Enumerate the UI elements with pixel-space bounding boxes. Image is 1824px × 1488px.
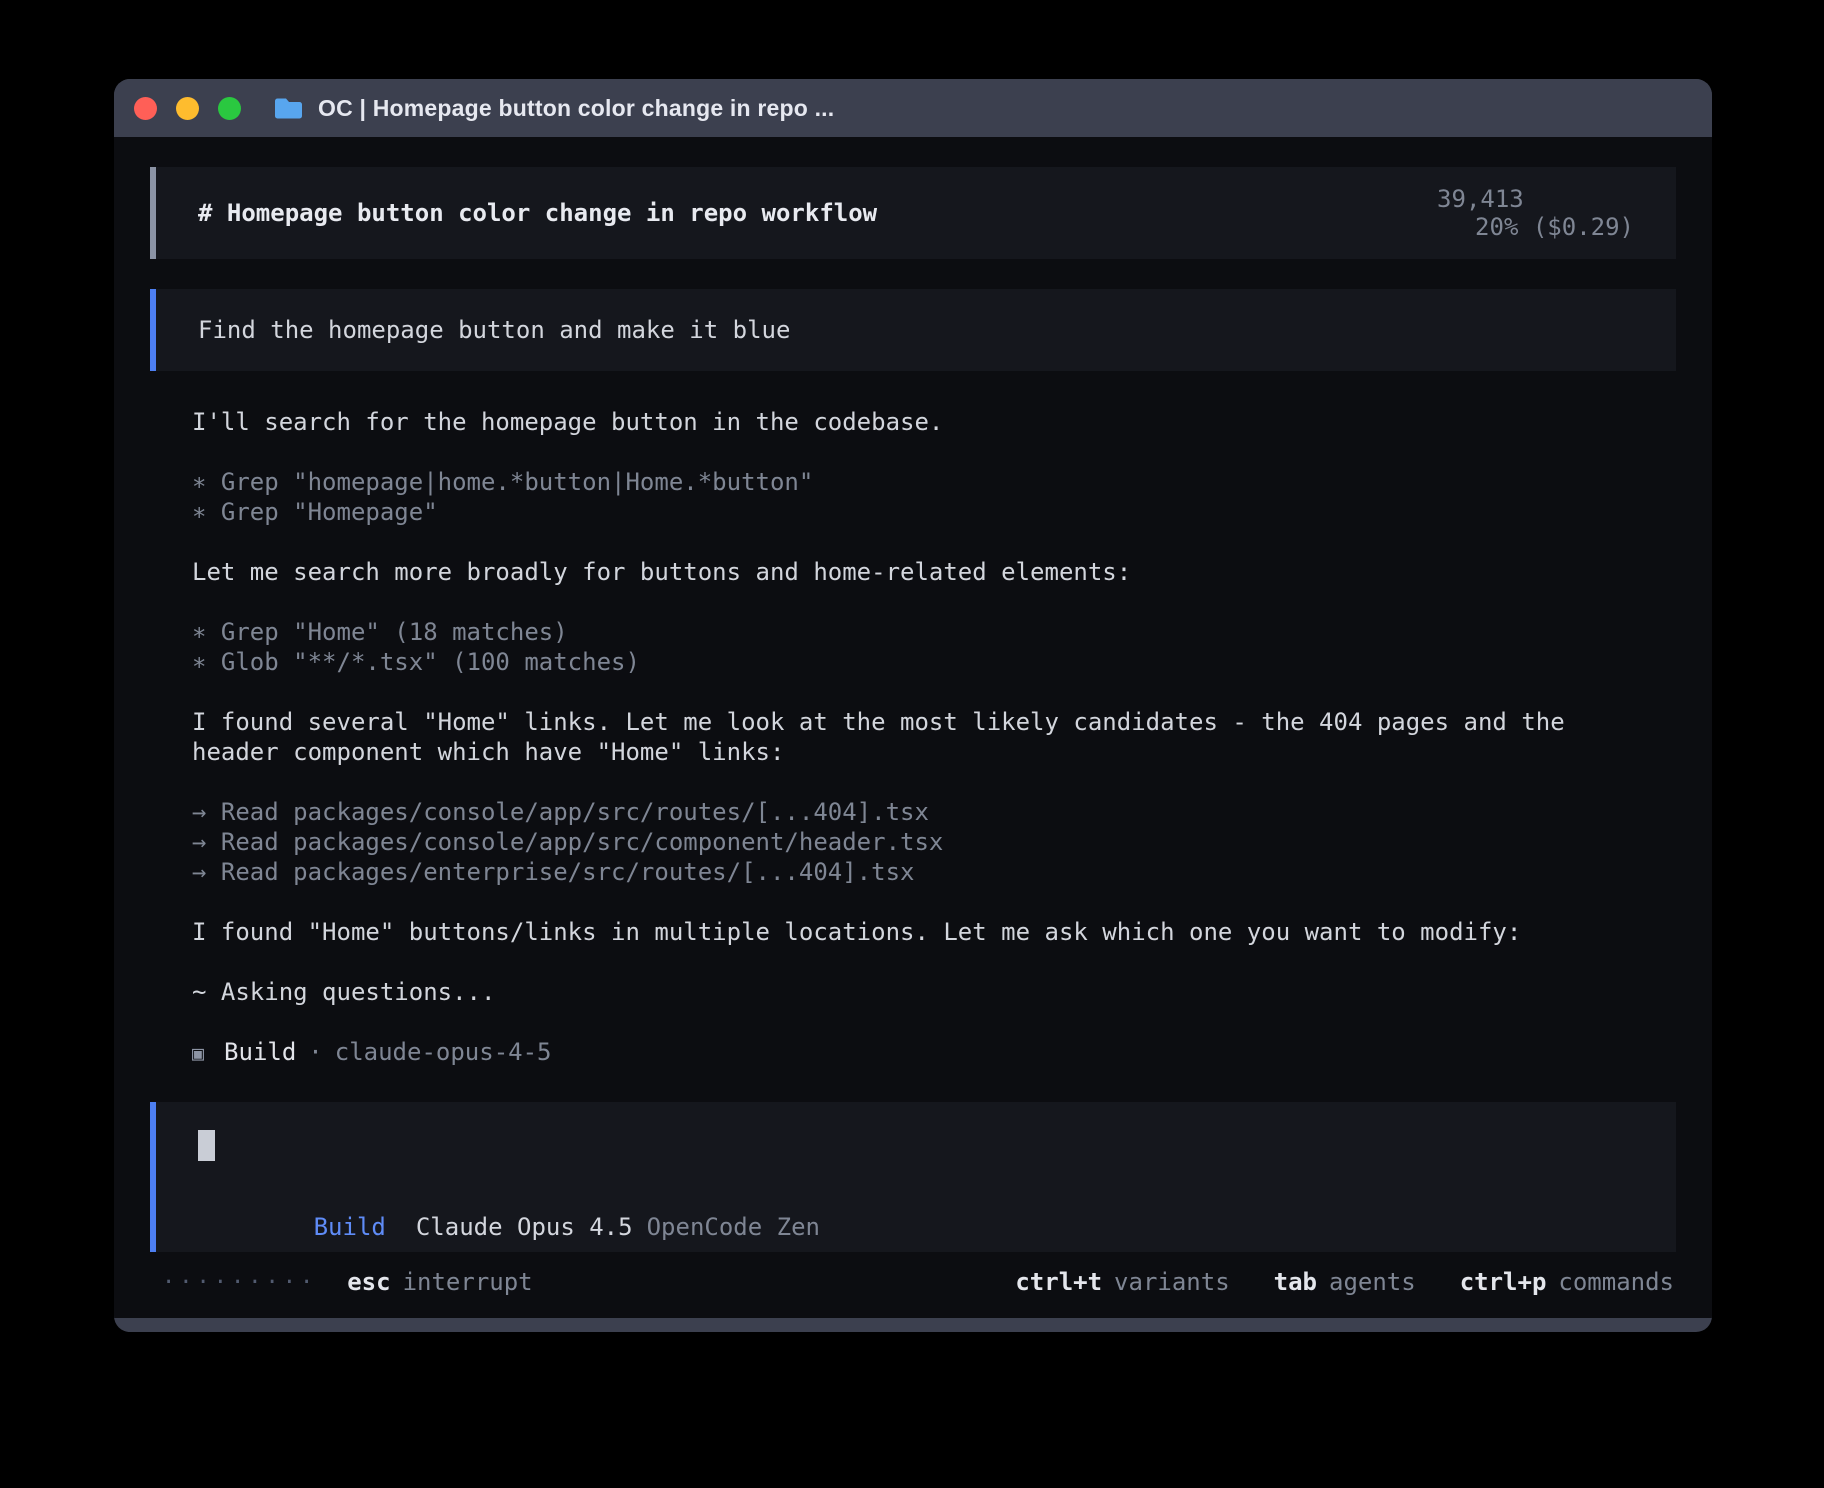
assistant-message: I found several "Home" links. Let me loo… bbox=[192, 707, 1634, 767]
variants-key: ctrl+t bbox=[1015, 1268, 1102, 1296]
terminal-window: OC | Homepage button color change in rep… bbox=[114, 79, 1712, 1332]
prompt-input[interactable]: Build Claude Opus 4.5 OpenCode Zen bbox=[150, 1102, 1676, 1252]
statusbar: ········· esc interrupt ctrl+t variants ta… bbox=[150, 1252, 1676, 1318]
active-agent: Build bbox=[314, 1213, 386, 1241]
traffic-lights bbox=[134, 97, 241, 120]
session-title: # Homepage button color change in repo w… bbox=[198, 199, 877, 227]
agents-key: tab bbox=[1274, 1268, 1317, 1296]
agent-model: claude-opus-4-5 bbox=[335, 1038, 552, 1066]
tool-call-group: ∗ Grep "Home" (18 matches) ∗ Glob "**/*.… bbox=[192, 617, 1634, 677]
commands-label: commands bbox=[1558, 1268, 1674, 1296]
zoom-button[interactable] bbox=[218, 97, 241, 120]
tool-call-grep: ∗ Grep "Home" (18 matches) bbox=[192, 617, 1634, 647]
tool-call-read: → Read packages/console/app/src/componen… bbox=[192, 827, 1634, 857]
keybind-agents: tab agents bbox=[1274, 1268, 1416, 1296]
tool-call-read: → Read packages/enterprise/src/routes/[.… bbox=[192, 857, 1634, 887]
agent-status: ▣ Build · claude-opus-4-5 bbox=[192, 1037, 1634, 1068]
statusbar-right: ctrl+t variants tab agents ctrl+p commands bbox=[971, 1268, 1674, 1296]
window-title: OC | Homepage button color change in rep… bbox=[318, 95, 834, 122]
keybind-variants: ctrl+t variants bbox=[1015, 1268, 1229, 1296]
conversation-transcript: I'll search for the homepage button in t… bbox=[150, 397, 1676, 1102]
interrupt-label: interrupt bbox=[403, 1268, 533, 1296]
commands-key: ctrl+p bbox=[1460, 1268, 1547, 1296]
folder-icon bbox=[273, 96, 304, 121]
tool-call-group: → Read packages/console/app/src/routes/[… bbox=[192, 797, 1634, 887]
agent-name: Build bbox=[224, 1038, 296, 1066]
model-provider: OpenCode Zen bbox=[647, 1213, 820, 1241]
terminal-content: # Homepage button color change in repo w… bbox=[114, 137, 1712, 1318]
token-count: 39,413 bbox=[1437, 185, 1524, 213]
titlebar[interactable]: OC | Homepage button color change in rep… bbox=[114, 79, 1712, 137]
active-model: Claude Opus 4.5 bbox=[416, 1213, 633, 1241]
esc-key: esc bbox=[347, 1268, 390, 1296]
agent-icon: ▣ bbox=[192, 1041, 204, 1065]
tool-call-glob: ∗ Glob "**/*.tsx" (100 matches) bbox=[192, 647, 1634, 677]
tool-call-grep: ∗ Grep "homepage|home.*button|Home.*butt… bbox=[192, 467, 1634, 497]
agents-label: agents bbox=[1329, 1268, 1416, 1296]
tool-call-group: ∗ Grep "homepage|home.*button|Home.*butt… bbox=[192, 467, 1634, 527]
user-message: Find the homepage button and make it blu… bbox=[150, 289, 1676, 371]
keybind-commands: ctrl+p commands bbox=[1460, 1268, 1674, 1296]
activity-spinner: ········· bbox=[162, 1270, 317, 1295]
assistant-message: I found "Home" buttons/links in multiple… bbox=[192, 917, 1634, 947]
tool-call-read: → Read packages/console/app/src/routes/[… bbox=[192, 797, 1634, 827]
variants-label: variants bbox=[1114, 1268, 1230, 1296]
user-message-text: Find the homepage button and make it blu… bbox=[198, 316, 790, 344]
keybind-interrupt: esc interrupt bbox=[347, 1268, 532, 1296]
separator-dot: · bbox=[308, 1038, 322, 1066]
assistant-message: I'll search for the homepage button in t… bbox=[192, 407, 1634, 437]
statusbar-left: ········· esc interrupt bbox=[162, 1268, 533, 1296]
assistant-message: Let me search more broadly for buttons a… bbox=[192, 557, 1634, 587]
text-cursor bbox=[198, 1130, 215, 1161]
close-button[interactable] bbox=[134, 97, 157, 120]
status-message: ~ Asking questions... bbox=[192, 977, 1634, 1007]
session-stats: 39,413 20% ($0.29) bbox=[1321, 157, 1634, 269]
tool-call-grep: ∗ Grep "Homepage" bbox=[192, 497, 1634, 527]
session-header: # Homepage button color change in repo w… bbox=[150, 167, 1676, 259]
minimize-button[interactable] bbox=[176, 97, 199, 120]
context-usage: 20% ($0.29) bbox=[1475, 213, 1634, 241]
